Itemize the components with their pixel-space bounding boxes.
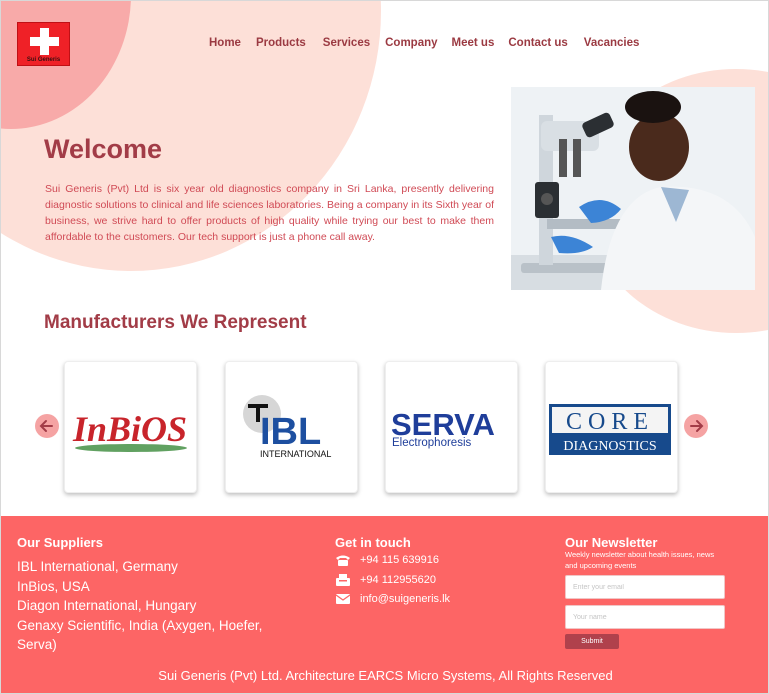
nav-item-services[interactable]: Services (323, 37, 370, 49)
manufacturer-card-serva[interactable]: SERVA Electrophoresis (385, 361, 518, 493)
arrow-right-icon (690, 420, 704, 432)
newsletter-submit-button[interactable]: Submit (565, 634, 619, 649)
contact-phone[interactable]: +94 115 639916 (335, 554, 439, 566)
page: Sui Generis Home Products Services Compa… (0, 0, 769, 694)
carousel-prev-button[interactable] (35, 414, 59, 438)
mail-icon (335, 594, 351, 604)
nav-item-home[interactable]: Home (209, 37, 241, 49)
scientist-microscope-photo (511, 87, 755, 290)
copyright-text: Sui Generis (Pvt) Ltd. Architecture EARC… (158, 668, 613, 683)
ibl-logo-text: IBL (260, 411, 321, 453)
newsletter-subtitle: Weekly newsletter about health issues, n… (565, 550, 715, 570)
nav-item-contact-us[interactable]: Contact us (508, 37, 567, 49)
section-title: Manufacturers We Represent (44, 312, 307, 333)
fax-icon (336, 574, 350, 586)
manufacturer-card-core[interactable]: CORE DIAGNOSTICS (545, 361, 678, 493)
logo-text: Sui Generis (26, 57, 61, 63)
serva-logo-subtext: Electrophoresis (392, 437, 472, 449)
contact-fax[interactable]: +94 112955620 (335, 574, 436, 586)
core-logo-text: CORE (566, 409, 654, 435)
supplier-item: Diagon International, Hungary (17, 598, 197, 613)
manufacturer-card-inbios[interactable]: InBiOS (64, 361, 197, 493)
nav-item-meet-us[interactable]: Meet us (452, 37, 495, 49)
contact-title: Get in touch (335, 535, 411, 550)
arrow-left-icon (39, 420, 53, 432)
page-title: Welcome (44, 134, 163, 164)
inbios-logo-text: InBiOS (72, 409, 187, 449)
nav-item-company[interactable]: Company (385, 37, 437, 49)
suppliers-title: Our Suppliers (17, 535, 103, 550)
fax-number: +94 112955620 (360, 574, 436, 586)
contact-email[interactable]: info@suigeneris.lk (335, 593, 450, 605)
supplier-item: IBL International, Germany (17, 559, 178, 574)
core-logo-subtext: DIAGNOSTICS (563, 439, 656, 454)
nav-item-products[interactable]: Products (256, 37, 306, 49)
supplier-item: InBios, USA (17, 578, 90, 594)
telephone-icon (336, 555, 350, 566)
carousel-next-button[interactable] (684, 414, 708, 438)
intro-paragraph: Sui Generis (Pvt) Ltd is six year old di… (45, 183, 494, 243)
ibl-logo-subtext: INTERNATIONAL (260, 449, 331, 459)
suppliers-list: IBL International, Germany InBios, USA D… (17, 557, 287, 655)
phone-number: +94 115 639916 (360, 554, 440, 566)
email-address: info@suigeneris.lk (360, 593, 451, 605)
newsletter-name-input[interactable] (565, 605, 725, 629)
nav-item-vacancies[interactable]: Vacancies (584, 37, 640, 49)
newsletter-title: Our Newsletter (565, 535, 658, 550)
supplier-item: Genaxy Scientific, India (Axygen, Hoefer… (17, 617, 263, 653)
manufacturer-card-ibl[interactable]: IBL INTERNATIONAL (225, 361, 358, 493)
brand-logo[interactable]: Sui Generis (17, 22, 70, 66)
newsletter-email-input[interactable] (565, 575, 725, 599)
main-nav: Home Products Services Company Meet us C… (209, 37, 639, 49)
